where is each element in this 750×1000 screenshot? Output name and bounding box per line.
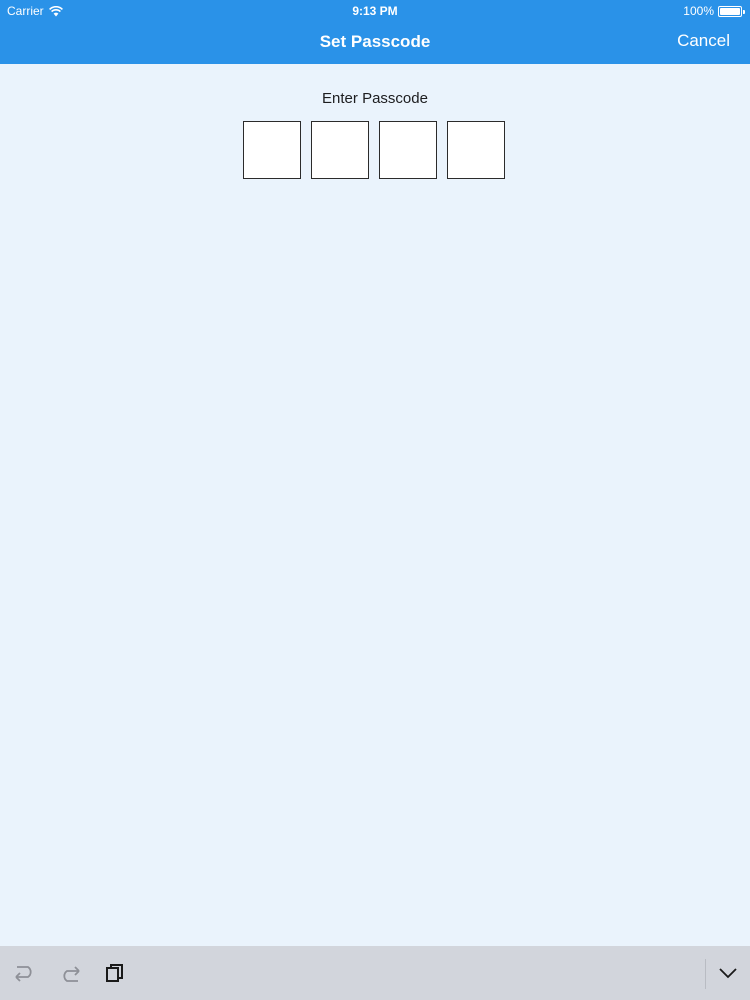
redo-button[interactable] bbox=[57, 960, 83, 986]
dismiss-keyboard-button[interactable] bbox=[715, 960, 741, 986]
passcode-prompt: Enter Passcode bbox=[322, 90, 428, 107]
undo-button[interactable] bbox=[12, 960, 38, 986]
page-title: Set Passcode bbox=[319, 32, 431, 51]
passcode-digit-3[interactable] bbox=[379, 121, 437, 179]
undo-icon bbox=[15, 966, 32, 982]
chevron-down-icon bbox=[719, 968, 737, 979]
paste-icon bbox=[106, 964, 123, 982]
battery-indicator: 100% bbox=[683, 4, 745, 18]
passcode-digit-4[interactable] bbox=[447, 121, 505, 179]
redo-icon bbox=[63, 966, 80, 982]
battery-percentage: 100% bbox=[683, 4, 714, 18]
cancel-button[interactable]: Cancel bbox=[677, 31, 730, 51]
shortcut-divider bbox=[705, 959, 706, 989]
paste-button[interactable] bbox=[102, 960, 128, 986]
passcode-digit-2[interactable] bbox=[311, 121, 369, 179]
navigation-header: Carrier 9:13 PM 100% Set Passcode Cancel bbox=[0, 0, 750, 64]
passcode-digit-1[interactable] bbox=[243, 121, 301, 179]
keyboard-shortcut-bar bbox=[0, 946, 750, 1000]
status-time: 9:13 PM bbox=[352, 4, 398, 18]
status-bar: Carrier 9:13 PM 100% bbox=[0, 0, 750, 22]
battery-icon bbox=[718, 5, 745, 17]
set-passcode-screen: Carrier 9:13 PM 100% Set Passcode Cancel… bbox=[0, 0, 750, 1000]
passcode-input[interactable] bbox=[243, 121, 505, 179]
